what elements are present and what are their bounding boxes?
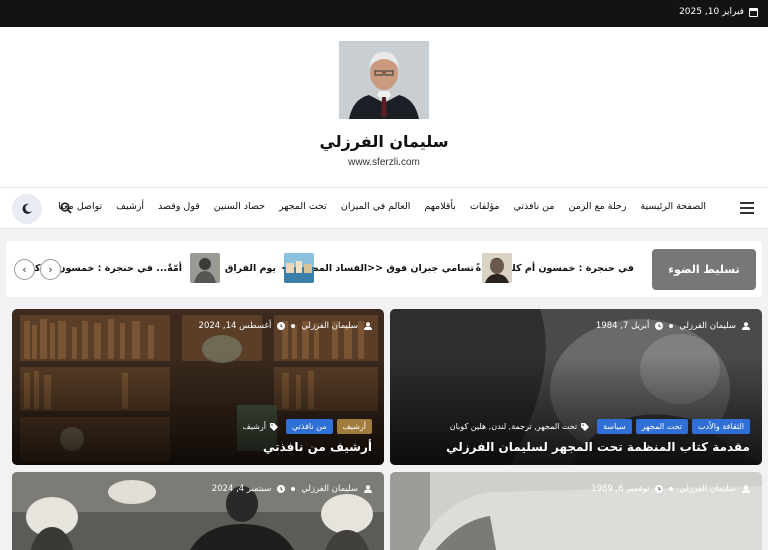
highlights-ticker: تسليط الضوء في حنجرة : خمسون أم كلثوم ..… <box>6 241 762 297</box>
site-logo[interactable] <box>339 41 429 119</box>
nav-item-home[interactable]: الصفحة الرئيسية <box>640 201 706 212</box>
category-tag[interactable]: سياسة <box>597 419 632 434</box>
ticker-item[interactable]: تسامي جبران فوق <<الفساد المطلق>> <box>281 253 512 283</box>
nav-item-world-in-balance[interactable]: العالم في الميزان <box>341 201 410 212</box>
category-tag[interactable]: الثقافة والأدب <box>692 419 750 434</box>
post-card[interactable]: سليمان الفرزلي سبتمبر 4, 2024 <box>12 472 384 550</box>
user-icon <box>364 322 372 330</box>
post-title[interactable]: مقدمة كتاب المنظمة تحت المجهر لسليمان ال… <box>446 440 750 454</box>
tag-icon <box>581 422 590 431</box>
post-card[interactable]: سليمان الفرزلي نوفمبر 6, 1989 <box>390 472 762 550</box>
category-tag[interactable]: تحت المجهر <box>635 419 689 434</box>
post-card[interactable]: سليمان الفرزلي أغسطس 14, 2024 أرشيف من ن… <box>12 309 384 465</box>
post-author[interactable]: سليمان الفرزلي <box>301 484 358 494</box>
post-keywords: أرشيف <box>243 422 279 431</box>
post-author[interactable]: سليمان الفرزلي <box>679 321 736 331</box>
user-icon <box>742 485 750 493</box>
post-date[interactable]: نوفمبر 6, 1989 <box>591 484 649 494</box>
top-bar: فبراير 10, 2025 <box>0 0 768 27</box>
ticker-label: تسليط الضوء <box>652 249 756 290</box>
clock-icon <box>655 322 664 330</box>
category-tag[interactable]: من نافذتي <box>286 419 333 434</box>
menu-icon[interactable] <box>740 202 754 214</box>
site-url[interactable]: www.sferzli.com <box>0 157 768 168</box>
post-meta: سليمان الفرزلي نوفمبر 6, 1989 <box>591 484 750 494</box>
ticker-thumbnail <box>482 253 512 283</box>
site-title[interactable]: سليمان الفرزلي <box>0 132 768 151</box>
calendar-icon <box>749 7 758 17</box>
user-icon <box>364 485 372 493</box>
post-tags: أرشيف من نافذتي أرشيف <box>243 419 372 434</box>
main-navigation: الصفحة الرئيسية رحلة مع الزمن من نافذتي … <box>0 187 768 229</box>
post-date[interactable]: سبتمبر 4, 2024 <box>212 484 272 494</box>
post-author[interactable]: سليمان الفرزلي <box>301 321 358 331</box>
current-date: فبراير 10, 2025 <box>679 7 758 17</box>
nav-item-archive[interactable]: أرشيف <box>116 201 144 212</box>
ticker-thumbnail <box>190 253 220 283</box>
nav-item-books[interactable]: مؤلفات <box>470 201 500 212</box>
chevron-right-icon: › <box>48 263 53 276</box>
post-meta: سليمان الفرزلي سبتمبر 4, 2024 <box>212 484 372 494</box>
clock-icon <box>277 485 286 493</box>
nav-menu: الصفحة الرئيسية رحلة مع الزمن من نافذتي … <box>58 201 706 212</box>
ticker-next-button[interactable]: › <box>40 259 61 280</box>
post-title[interactable]: أرشيف من نافذتي <box>263 440 372 454</box>
site-header: سليمان الفرزلي www.sferzli.com <box>0 27 768 187</box>
moon-icon <box>22 203 32 214</box>
post-keywords: تحت المجهر, ترجمة, لندن, هلين كوبان <box>450 422 590 431</box>
post-date[interactable]: أغسطس 14, 2024 <box>199 321 272 331</box>
ticker-item[interactable]: يوم الفراق <box>225 253 314 283</box>
date-text: فبراير 10, 2025 <box>679 7 744 17</box>
nav-item-harvest-years[interactable]: حصاد السنين <box>214 201 265 212</box>
nav-item-their-pens[interactable]: بأقلامهم <box>424 201 456 212</box>
nav-item-under-microscope[interactable]: تحت المجهر <box>279 201 327 212</box>
category-tag[interactable]: أرشيف <box>336 419 372 434</box>
post-meta: سليمان الفرزلي أغسطس 14, 2024 <box>199 321 372 331</box>
portrait-image <box>339 41 429 119</box>
post-card[interactable]: سليمان الفرزلي أبريل 7, 1984 الثقافة وال… <box>390 309 762 465</box>
clock-icon <box>655 485 664 493</box>
user-icon <box>742 322 750 330</box>
post-tags: الثقافة والأدب تحت المجهر سياسة تحت المج… <box>450 419 750 434</box>
ticker-thumbnail <box>284 253 314 283</box>
chevron-left-icon: ‹ <box>22 263 27 276</box>
nav-item-saying[interactable]: قول وقصد <box>158 201 200 212</box>
post-meta: سليمان الفرزلي أبريل 7, 1984 <box>596 321 750 331</box>
clock-icon <box>277 322 286 330</box>
search-icon[interactable] <box>60 202 72 214</box>
ticker-prev-button[interactable]: ‹ <box>14 259 35 280</box>
tag-icon <box>270 422 279 431</box>
post-author[interactable]: سليمان الفرزلي <box>679 484 736 494</box>
nav-item-from-my-window[interactable]: من نافذتي <box>514 201 555 212</box>
post-date[interactable]: أبريل 7, 1984 <box>596 321 649 331</box>
nav-item-journey[interactable]: رحلة مع الزمن <box>568 201 626 212</box>
dark-mode-toggle[interactable] <box>12 194 42 224</box>
